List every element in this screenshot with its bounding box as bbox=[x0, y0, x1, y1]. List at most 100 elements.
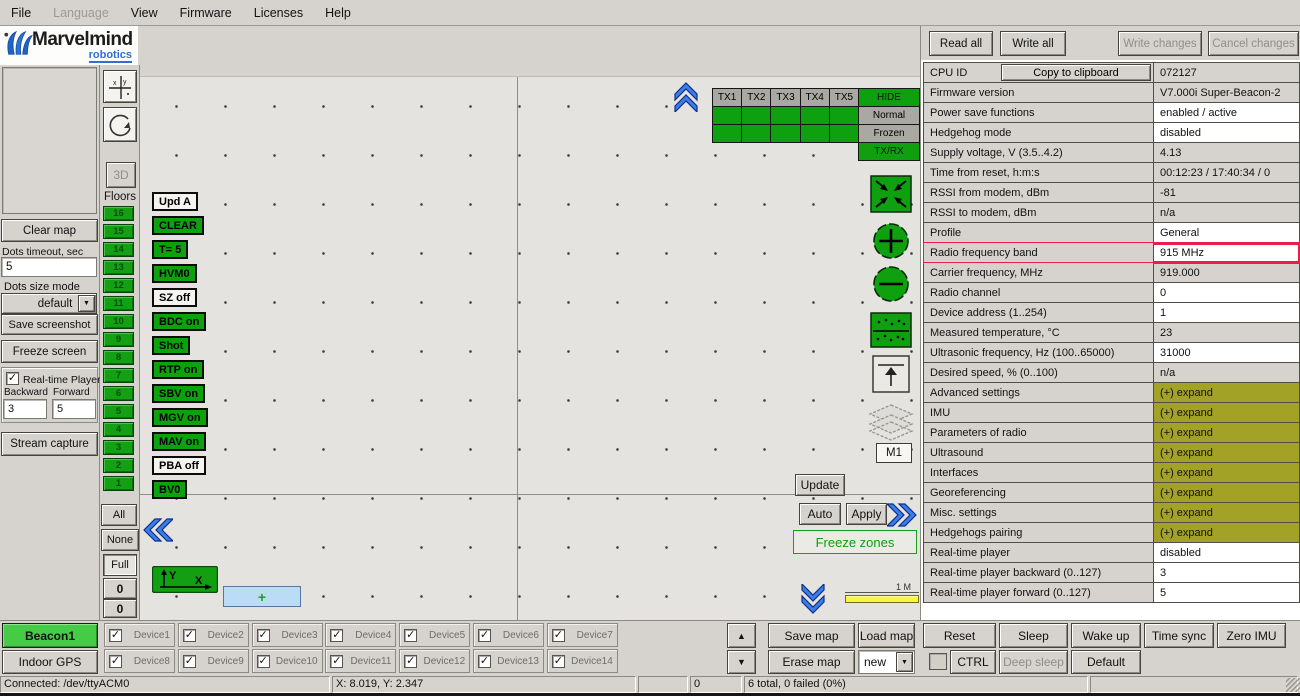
device-cell-device5[interactable]: ✓Device5 bbox=[399, 623, 470, 647]
clear-map-button[interactable]: Clear map bbox=[1, 219, 98, 242]
floor-button-4[interactable]: 4 bbox=[103, 422, 134, 437]
tx-side-frozen[interactable]: Frozen bbox=[859, 125, 920, 143]
auto-button[interactable]: Auto bbox=[799, 503, 841, 525]
tx-cell[interactable] bbox=[800, 107, 829, 125]
param-value-advanced-settings[interactable]: (+) expand bbox=[1154, 383, 1300, 403]
map-toggle-sz-off[interactable]: SZ off bbox=[152, 288, 197, 307]
collapse-down-icon[interactable] bbox=[800, 584, 826, 614]
floor-button-9[interactable]: 9 bbox=[103, 332, 134, 347]
map-toggle-rtp-on[interactable]: RTP on bbox=[152, 360, 204, 379]
menu-language[interactable]: Language bbox=[42, 6, 120, 20]
menu-help[interactable]: Help bbox=[314, 6, 362, 20]
device-cell-device4[interactable]: ✓Device4 bbox=[325, 623, 396, 647]
view-3d-button[interactable]: 3D bbox=[106, 162, 136, 188]
reset-button[interactable]: Reset bbox=[923, 623, 996, 648]
floor-button-14[interactable]: 14 bbox=[103, 242, 134, 257]
backward-input[interactable]: 3 bbox=[3, 399, 47, 419]
menu-licenses[interactable]: Licenses bbox=[243, 6, 314, 20]
device-cell-device9[interactable]: ✓Device9 bbox=[178, 649, 249, 673]
map-toggle-bdc-on[interactable]: BDC on bbox=[152, 312, 206, 331]
device-cell-device8[interactable]: ✓Device8 bbox=[104, 649, 175, 673]
menu-view[interactable]: View bbox=[120, 6, 169, 20]
device-cell-device6[interactable]: ✓Device6 bbox=[473, 623, 544, 647]
write-changes-button[interactable]: Write changes bbox=[1118, 31, 1202, 56]
device-checkbox[interactable]: ✓ bbox=[183, 629, 196, 642]
device-checkbox[interactable]: ✓ bbox=[109, 655, 122, 668]
update-button[interactable]: Update bbox=[795, 474, 845, 496]
rotate-tool-button[interactable] bbox=[103, 107, 137, 142]
device-cell-device14[interactable]: ✓Device14 bbox=[547, 649, 618, 673]
zoom-out-button[interactable] bbox=[872, 265, 910, 303]
read-all-button[interactable]: Read all bbox=[929, 31, 993, 56]
dots-timeout-input[interactable]: 5 bbox=[1, 257, 97, 277]
map-toggle-hvm0[interactable]: HVM0 bbox=[152, 264, 197, 283]
device-checkbox[interactable]: ✓ bbox=[404, 629, 417, 642]
floor-button-6[interactable]: 6 bbox=[103, 386, 134, 401]
zoom-in-button[interactable] bbox=[872, 222, 910, 260]
freeze-screen-button[interactable]: Freeze screen bbox=[1, 340, 98, 363]
map-toggle-sbv-on[interactable]: SBV on bbox=[152, 384, 205, 403]
map-toggle-bv0[interactable]: BV0 bbox=[152, 480, 187, 499]
expand-right-icon[interactable] bbox=[887, 502, 917, 528]
floor-button-10[interactable]: 10 bbox=[103, 314, 134, 329]
m1-button[interactable]: M1 bbox=[876, 443, 912, 463]
param-value-real-time-player-forward-0-127-[interactable]: 5 bbox=[1154, 583, 1300, 603]
send-to-top-button[interactable] bbox=[872, 355, 910, 393]
tx-cell[interactable] bbox=[800, 125, 829, 143]
device-cell-device2[interactable]: ✓Device2 bbox=[178, 623, 249, 647]
tx-side-tx-rx[interactable]: TX/RX bbox=[859, 143, 920, 161]
collapse-up-icon[interactable] bbox=[673, 82, 699, 112]
floor-button-11[interactable]: 11 bbox=[103, 296, 134, 311]
floor-button-2[interactable]: 2 bbox=[103, 458, 134, 473]
map-toggle-clear[interactable]: CLEAR bbox=[152, 216, 204, 235]
device-cell-device11[interactable]: ✓Device11 bbox=[325, 649, 396, 673]
zero-imu-button[interactable]: Zero IMU bbox=[1217, 623, 1286, 648]
param-value-ultrasound[interactable]: (+) expand bbox=[1154, 443, 1300, 463]
floors-all-button[interactable]: All bbox=[101, 504, 137, 526]
devices-scroll-down-button[interactable]: ▼ bbox=[727, 650, 756, 674]
floors-full-button[interactable]: Full bbox=[103, 554, 137, 576]
device-checkbox[interactable]: ✓ bbox=[183, 655, 196, 668]
map-toggle-shot[interactable]: Shot bbox=[152, 336, 190, 355]
floor-counter-bottom[interactable]: 0 bbox=[103, 599, 137, 618]
add-submap-button[interactable]: + bbox=[223, 586, 301, 607]
device-cell-device1[interactable]: ✓Device1 bbox=[104, 623, 175, 647]
stream-capture-button[interactable]: Stream capture bbox=[1, 432, 98, 456]
device-cell-device12[interactable]: ✓Device12 bbox=[399, 649, 470, 673]
sleep-button[interactable]: Sleep bbox=[999, 623, 1068, 648]
param-value-misc-settings[interactable]: (+) expand bbox=[1154, 503, 1300, 523]
param-value-real-time-player-backward-0-127-[interactable]: 3 bbox=[1154, 563, 1300, 583]
floors-none-button[interactable]: None bbox=[101, 529, 139, 551]
device-checkbox[interactable]: ✓ bbox=[404, 655, 417, 668]
tx-cell[interactable] bbox=[742, 125, 771, 143]
tx-cell[interactable] bbox=[829, 125, 858, 143]
param-value-radio-frequency-band[interactable]: 915 MHz bbox=[1154, 243, 1300, 263]
floor-button-3[interactable]: 3 bbox=[103, 440, 134, 455]
load-map-button[interactable]: Load map bbox=[858, 623, 915, 648]
map-toggle-mgv-on[interactable]: MGV on bbox=[152, 408, 208, 427]
copy-to-clipboard-button[interactable]: Copy to clipboard bbox=[1001, 64, 1151, 81]
erase-map-button[interactable]: Erase map bbox=[768, 650, 855, 674]
param-value-power-save-functions[interactable]: enabled / active bbox=[1154, 103, 1300, 123]
floor-button-1[interactable]: 1 bbox=[103, 476, 134, 491]
param-value-profile[interactable]: General bbox=[1154, 223, 1300, 243]
deep-sleep-button[interactable]: Deep sleep bbox=[999, 650, 1068, 674]
tx-cell[interactable] bbox=[713, 107, 742, 125]
device-checkbox[interactable]: ✓ bbox=[478, 629, 491, 642]
map-area[interactable]: Upd A CLEAR T= 5 HVM0 SZ off BDC on Shot RTP on… bbox=[140, 26, 920, 620]
floor-button-8[interactable]: 8 bbox=[103, 350, 134, 365]
floor-button-5[interactable]: 5 bbox=[103, 404, 134, 419]
param-value-parameters-of-radio[interactable]: (+) expand bbox=[1154, 423, 1300, 443]
device-checkbox[interactable]: ✓ bbox=[552, 629, 565, 642]
wake-up-button[interactable]: Wake up bbox=[1071, 623, 1141, 648]
device-cell-device3[interactable]: ✓Device3 bbox=[252, 623, 323, 647]
freeze-zones-button[interactable]: Freeze zones bbox=[793, 530, 917, 554]
floor-button-15[interactable]: 15 bbox=[103, 224, 134, 239]
map-toggle-t-5[interactable]: T= 5 bbox=[152, 240, 188, 259]
device-checkbox[interactable]: ✓ bbox=[330, 655, 343, 668]
chevron-down-icon[interactable]: ▼ bbox=[78, 295, 95, 312]
param-value-interfaces[interactable]: (+) expand bbox=[1154, 463, 1300, 483]
ctrl-button[interactable]: CTRL bbox=[950, 650, 996, 674]
device-checkbox[interactable]: ✓ bbox=[257, 655, 270, 668]
map-toggle-upd-a[interactable]: Upd A bbox=[152, 192, 198, 211]
